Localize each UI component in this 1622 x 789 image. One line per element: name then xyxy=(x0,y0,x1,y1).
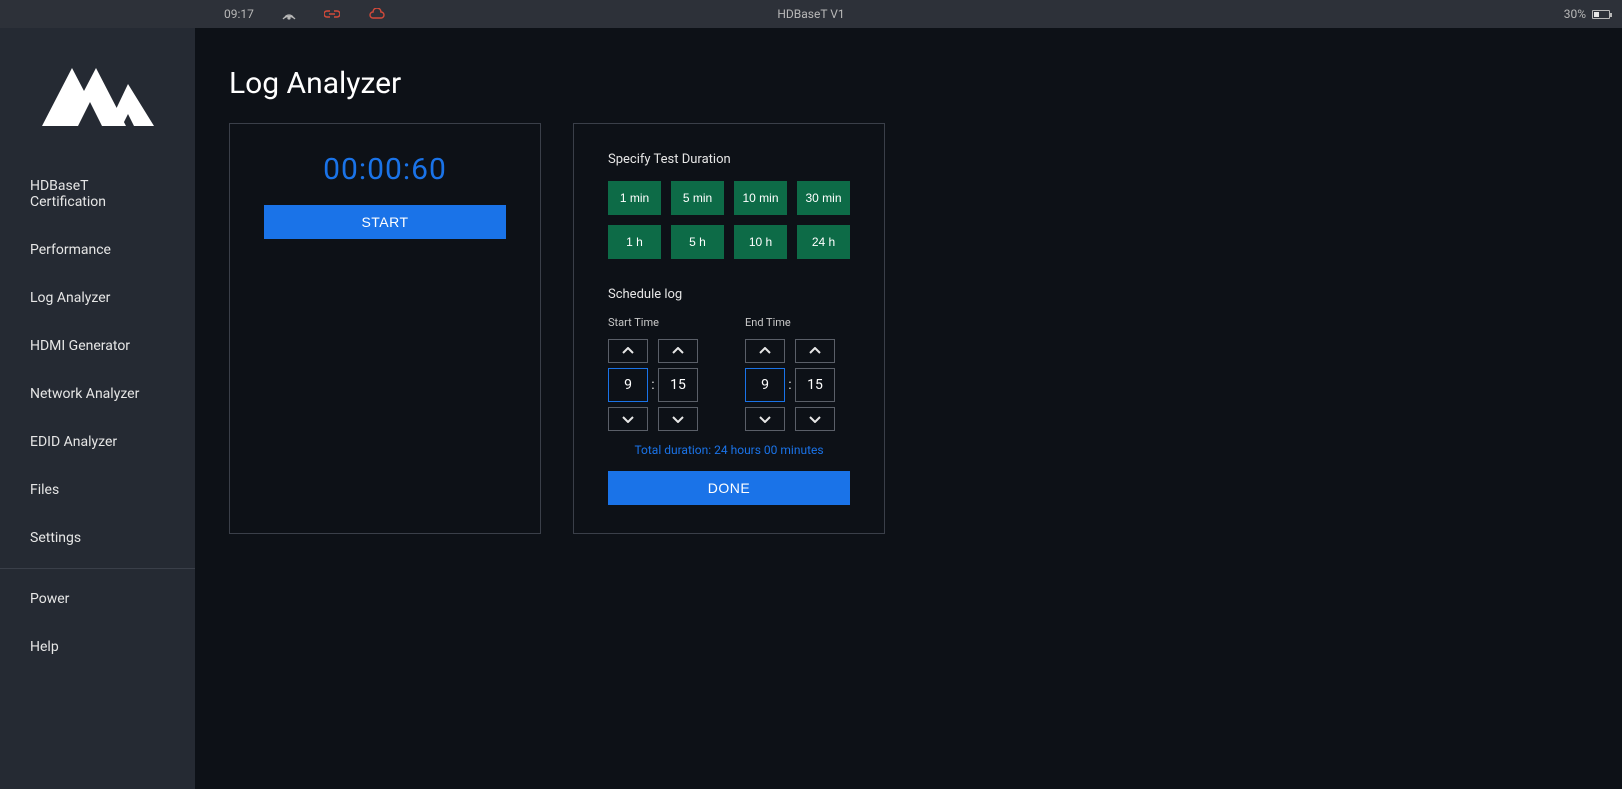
cloud-icon xyxy=(368,8,386,20)
battery-percent-text: 30% xyxy=(1564,7,1586,21)
sidebar-item-power[interactable]: Power xyxy=(0,575,195,623)
duration-panel: Specify Test Duration 1 min 5 min 10 min… xyxy=(573,123,885,534)
chevron-down-icon xyxy=(809,415,821,423)
end-hour-down-button[interactable] xyxy=(745,407,785,431)
duration-1min-button[interactable]: 1 min xyxy=(608,181,661,215)
duration-24h-button[interactable]: 24 h xyxy=(797,225,850,259)
logo xyxy=(0,56,195,126)
timer-value: 00:00:60 xyxy=(264,152,506,187)
schedule-log-label: Schedule log xyxy=(608,287,850,302)
end-min-down-button[interactable] xyxy=(795,407,835,431)
sidebar-item-help[interactable]: Help xyxy=(0,623,195,671)
top-bar: 09:17 HDBaseT V1 30% xyxy=(0,0,1622,28)
specify-duration-label: Specify Test Duration xyxy=(608,152,850,167)
sidebar-item-files[interactable]: Files xyxy=(0,466,195,514)
battery-icon xyxy=(1592,10,1610,19)
end-min-up-button[interactable] xyxy=(795,339,835,363)
colon: : xyxy=(651,377,654,393)
sidebar: HDBaseT Certification Performance Log An… xyxy=(0,28,195,789)
clock-text: 09:17 xyxy=(224,7,254,21)
duration-10h-button[interactable]: 10 h xyxy=(734,225,787,259)
duration-10min-button[interactable]: 10 min xyxy=(734,181,787,215)
end-time-label: End Time xyxy=(745,316,850,329)
chevron-up-icon xyxy=(759,347,771,355)
done-button[interactable]: DONE xyxy=(608,471,850,505)
end-hour-value[interactable]: 9 xyxy=(745,368,785,402)
start-hour-down-button[interactable] xyxy=(608,407,648,431)
chevron-down-icon xyxy=(759,415,771,423)
start-hour-value[interactable]: 9 xyxy=(608,368,648,402)
signal-icon xyxy=(282,8,296,20)
topbar-title: HDBaseT V1 xyxy=(777,7,844,21)
sidebar-item-log-analyzer[interactable]: Log Analyzer xyxy=(0,274,195,322)
sidebar-item-hdmi-generator[interactable]: HDMI Generator xyxy=(0,322,195,370)
sidebar-item-settings[interactable]: Settings xyxy=(0,514,195,562)
link-icon xyxy=(324,8,340,20)
start-min-down-button[interactable] xyxy=(658,407,698,431)
main-content: Log Analyzer 00:00:60 START Specify Test… xyxy=(195,28,1622,789)
sidebar-divider xyxy=(0,568,195,569)
chevron-down-icon xyxy=(622,415,634,423)
chevron-up-icon xyxy=(809,347,821,355)
start-hour-up-button[interactable] xyxy=(608,339,648,363)
chevron-up-icon xyxy=(672,347,684,355)
chevron-down-icon xyxy=(672,415,684,423)
total-duration-text: Total duration: 24 hours 00 minutes xyxy=(608,443,850,457)
sidebar-item-performance[interactable]: Performance xyxy=(0,226,195,274)
start-button[interactable]: START xyxy=(264,205,506,239)
page-title: Log Analyzer xyxy=(229,66,1588,101)
end-min-value[interactable]: 15 xyxy=(795,368,835,402)
end-hour-up-button[interactable] xyxy=(745,339,785,363)
timer-panel: 00:00:60 START xyxy=(229,123,541,534)
sidebar-item-edid-analyzer[interactable]: EDID Analyzer xyxy=(0,418,195,466)
duration-1h-button[interactable]: 1 h xyxy=(608,225,661,259)
start-time-label: Start Time xyxy=(608,316,713,329)
duration-30min-button[interactable]: 30 min xyxy=(797,181,850,215)
start-min-value[interactable]: 15 xyxy=(658,368,698,402)
start-min-up-button[interactable] xyxy=(658,339,698,363)
colon: : xyxy=(788,377,791,393)
duration-5min-button[interactable]: 5 min xyxy=(671,181,724,215)
sidebar-item-network-analyzer[interactable]: Network Analyzer xyxy=(0,370,195,418)
duration-5h-button[interactable]: 5 h xyxy=(671,225,724,259)
sidebar-item-hdbaset-certification[interactable]: HDBaseT Certification xyxy=(0,162,195,226)
chevron-up-icon xyxy=(622,347,634,355)
